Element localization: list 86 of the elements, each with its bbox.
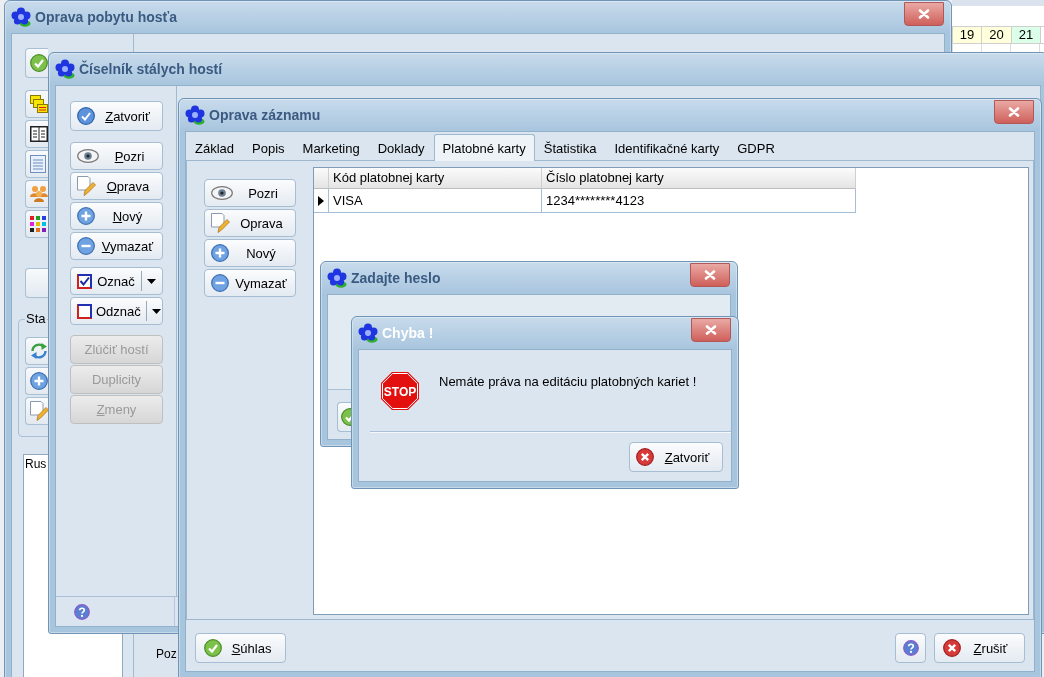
error-message: Nemáte práva na editáciu platobných kariet !: [439, 374, 697, 389]
flower-icon: [327, 268, 347, 288]
flower-icon: [358, 323, 378, 343]
close-button[interactable]: Zatvoriť: [70, 101, 163, 131]
plus-icon: [30, 372, 48, 390]
window-title: Chyba !: [382, 325, 434, 341]
table-cell: 1234********4123: [542, 189, 856, 213]
close-button[interactable]: Zrušiť: [934, 633, 1025, 663]
window-close-button[interactable]: [994, 100, 1034, 124]
help-icon[interactable]: [74, 603, 90, 620]
minus-icon: [77, 237, 95, 255]
edit-button[interactable]: [25, 397, 48, 425]
day-cell: 19: [952, 27, 981, 43]
table-cell: VISA: [329, 189, 542, 213]
x-circle-icon: [636, 448, 654, 466]
check-icon: [30, 54, 48, 72]
tab[interactable]: Základ: [186, 136, 244, 160]
row-pointer-icon: [318, 195, 324, 206]
new-button[interactable]: Nový: [204, 239, 296, 267]
close-button[interactable]: Zatvoriť: [629, 442, 723, 472]
delete-button[interactable]: Vymazať: [70, 232, 163, 260]
close-icon: [704, 270, 716, 280]
close-icon: [918, 9, 930, 19]
color-grid-icon: [30, 216, 46, 232]
pencil-icon: [77, 176, 96, 196]
book-icon: [30, 126, 48, 142]
tab[interactable]: Štatistika: [534, 136, 606, 160]
column-header[interactable]: Číslo platobnej karty: [542, 168, 856, 189]
grid-button[interactable]: [25, 210, 48, 238]
eye-icon: [211, 186, 233, 200]
plus-icon: [211, 244, 229, 262]
edit-button[interactable]: Oprava: [70, 172, 163, 200]
pencil-icon: [30, 401, 48, 421]
caret-icon: [147, 278, 156, 284]
eye-icon: [77, 149, 99, 163]
check-icon: [77, 107, 95, 125]
stop-sign-icon: STOP: [381, 372, 419, 410]
accept-button[interactable]: Súhlas: [195, 633, 286, 663]
edit-button[interactable]: Oprava: [204, 209, 296, 237]
window-title: Zadajte heslo: [351, 270, 441, 286]
check-icon: [204, 639, 222, 657]
accept-button[interactable]: [25, 48, 48, 78]
add-button[interactable]: [25, 367, 48, 395]
day-cell: 21: [1011, 27, 1040, 43]
view-button[interactable]: Pozri: [204, 179, 296, 207]
flower-icon: [185, 105, 205, 125]
list-item[interactable]: Rus: [25, 457, 47, 471]
tab[interactable]: Platobné karty: [433, 134, 535, 161]
book-button[interactable]: [25, 120, 48, 148]
help-button[interactable]: [895, 633, 926, 663]
refresh-icon: [30, 342, 48, 360]
field-label: Poz: [156, 647, 177, 661]
tab[interactable]: Identifikačné karty: [605, 136, 729, 160]
pencil-icon: [211, 213, 230, 233]
refresh-button[interactable]: [25, 337, 48, 365]
document-icon: [30, 155, 46, 173]
flower-icon: [11, 7, 31, 27]
new-button[interactable]: Nový: [70, 202, 163, 230]
tab[interactable]: Marketing: [293, 136, 369, 160]
window-title: Oprava pobytu hosťa: [35, 9, 178, 25]
column-header[interactable]: Kód platobnej karty: [329, 168, 542, 189]
people-icon: [30, 186, 48, 202]
tab[interactable]: GDPR: [728, 136, 784, 160]
caret-icon: [151, 308, 161, 314]
window-title: Číselník stálych hostí: [79, 61, 223, 77]
window-close-button[interactable]: [904, 2, 944, 26]
x-circle-icon: [943, 639, 961, 657]
folders-icon: [30, 95, 48, 113]
window-close-button[interactable]: [690, 263, 730, 287]
close-icon: [1008, 107, 1020, 117]
minus-icon: [211, 274, 229, 292]
flower-icon: [55, 59, 75, 79]
delete-button[interactable]: Vymazať: [204, 269, 296, 297]
day-cell: 20: [981, 27, 1011, 43]
window-title: Oprava záznamu: [209, 107, 321, 123]
close-icon: [705, 325, 717, 335]
window-close-button[interactable]: [691, 318, 731, 342]
split-button[interactable]: Odznač: [70, 297, 163, 325]
help-icon: [902, 640, 919, 656]
view-button[interactable]: Pozri: [70, 142, 163, 170]
tab[interactable]: Popis: [243, 136, 294, 160]
split-button[interactable]: Označ: [70, 267, 163, 295]
tab[interactable]: Doklady: [368, 136, 434, 160]
folders-button[interactable]: [25, 90, 48, 118]
plus-icon: [77, 207, 95, 225]
row-header-cell: [314, 168, 329, 189]
